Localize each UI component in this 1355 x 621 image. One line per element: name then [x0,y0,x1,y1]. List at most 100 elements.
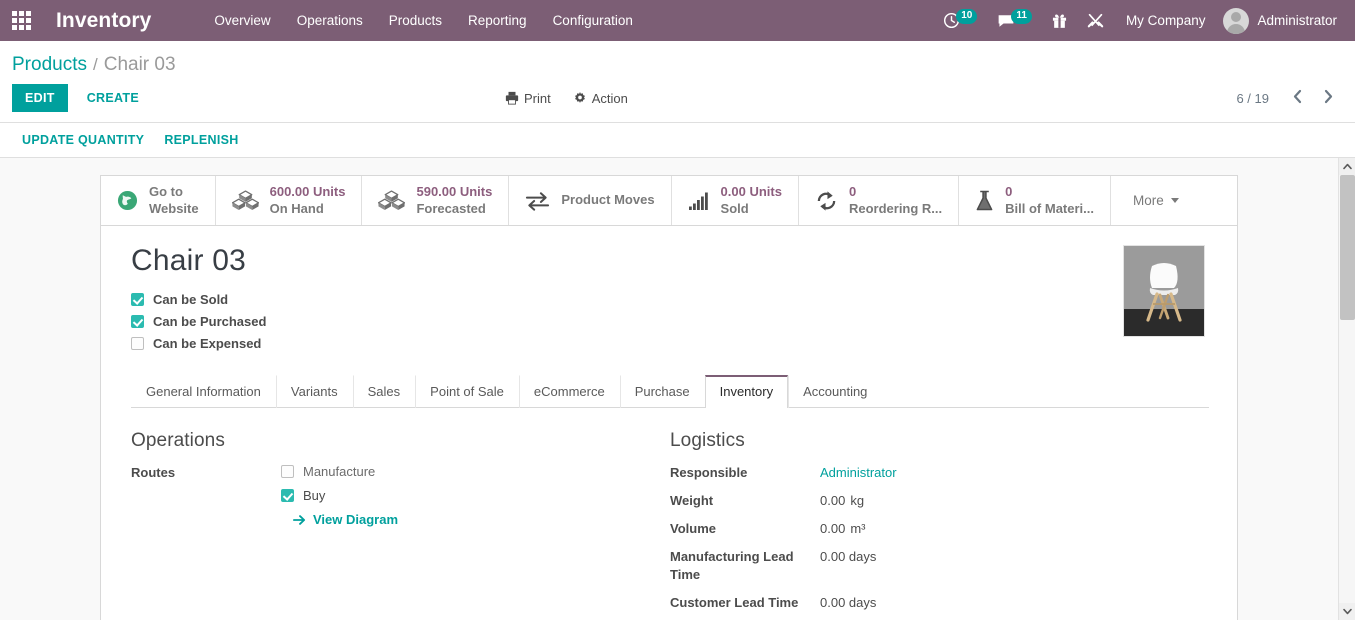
responsible-value[interactable]: Administrator [820,464,897,483]
form-sheet: Go to Website [100,175,1238,620]
can-be-purchased-label: Can be Purchased [153,314,266,329]
action-menu-button[interactable]: Action [573,91,628,106]
tab-purchase[interactable]: Purchase [620,375,705,408]
checkbox-row-can-be-expensed[interactable]: Can be Expensed [131,336,1209,351]
company-switcher[interactable]: My Company [1114,13,1218,28]
on-hand-label: On Hand [270,201,346,217]
notebook-tabs: General Information Variants Sales Point… [131,375,1209,408]
menu-item-products[interactable]: Products [376,2,455,39]
sold-value: 0.00 Units [721,184,782,199]
edit-button[interactable]: EDIT [12,84,68,112]
menu-item-reporting[interactable]: Reporting [455,2,540,39]
responsible-field: Responsible Administrator [670,464,1179,483]
control-panel-buttons: EDIT CREATE Print Action 6 / 19 [0,84,1355,122]
smart-button-sold[interactable]: 0.00 Units Sold [672,176,799,225]
activities-menu-button[interactable]: 10 [933,0,987,41]
smart-button-go-to-website[interactable]: Go to Website [101,176,216,225]
route-buy[interactable]: Buy [281,488,398,503]
tab-ecommerce[interactable]: eCommerce [519,375,620,408]
go-to-website-line1: Go to [149,184,199,200]
responsible-label: Responsible [670,464,820,483]
can-be-expensed-checkbox[interactable] [131,337,144,350]
update-quantity-button[interactable]: UPDATE QUANTITY [12,127,154,153]
page-title: Chair 03 [131,244,1209,278]
route-buy-checkbox[interactable] [281,489,294,502]
go-to-website-line2: Website [149,201,199,217]
menu-item-overview[interactable]: Overview [201,2,283,39]
tab-sales[interactable]: Sales [353,375,416,408]
forecasted-label: Forecasted [416,201,492,217]
control-panel: Products / Chair 03 EDIT CREATE Print Ac… [0,41,1355,123]
statusbar-action-buttons: UPDATE QUANTITY REPLENISH [0,123,1355,158]
gift-menu-button[interactable] [1042,0,1077,41]
breadcrumb-parent[interactable]: Products [12,54,87,76]
create-button[interactable]: CREATE [74,84,152,112]
scroll-down-button[interactable] [1339,603,1355,620]
can-be-sold-checkbox[interactable] [131,293,144,306]
gift-icon [1052,13,1067,29]
route-manufacture[interactable]: Manufacture [281,464,398,479]
tab-point-of-sale[interactable]: Point of Sale [415,375,519,408]
can-be-purchased-checkbox[interactable] [131,315,144,328]
scrollbar-thumb[interactable] [1340,175,1355,320]
tab-inventory[interactable]: Inventory [705,375,788,408]
user-menu-label: Administrator [1257,13,1337,28]
bill-of-materials-value: 0 [1005,184,1012,199]
user-menu-button[interactable]: Administrator [1217,8,1343,34]
apps-menu-button[interactable] [0,0,42,41]
chevron-left-icon [1292,89,1303,104]
tab-accounting[interactable]: Accounting [788,375,882,408]
chevron-right-icon [1323,89,1334,104]
caret-down-icon [1171,198,1179,203]
smart-button-product-moves[interactable]: Product Moves [509,176,671,225]
user-avatar-icon [1223,8,1249,34]
weight-unit: kg [850,493,864,508]
replenish-button[interactable]: REPLENISH [154,127,248,153]
scroll-up-button[interactable] [1339,158,1355,175]
menu-item-configuration[interactable]: Configuration [540,2,646,39]
chevron-down-icon [1343,608,1352,615]
product-image[interactable] [1123,245,1205,337]
activities-badge: 10 [956,9,977,24]
weight-value: 0.00 [820,493,845,508]
developer-tools-button[interactable] [1077,0,1114,41]
weight-field: Weight 0.00kg [670,492,1179,511]
print-label: Print [524,91,551,106]
vertical-scrollbar[interactable] [1338,158,1355,620]
bill-of-materials-label: Bill of Materi... [1005,201,1094,217]
customer-lead-time-label: Customer Lead Time [670,594,820,613]
app-brand-title[interactable]: Inventory [42,9,161,33]
print-menu-button[interactable]: Print [505,91,551,106]
tab-general-information[interactable]: General Information [131,375,276,408]
smart-button-text: Go to Website [149,184,199,217]
pager-next-button[interactable] [1314,89,1343,107]
smart-button-text: Product Moves [561,192,654,208]
breadcrumb-current: Chair 03 [104,54,176,76]
checkbox-row-can-be-purchased[interactable]: Can be Purchased [131,314,1209,329]
volume-field: Volume 0.00m³ [670,520,1179,539]
pager-previous-button[interactable] [1283,89,1312,107]
bar-chart-icon [688,191,710,211]
volume-unit: m³ [850,521,865,536]
apps-grid-icon [12,11,31,30]
smart-button-reordering-rules[interactable]: 0 Reordering R... [799,176,959,225]
form-scroll-region: Go to Website [0,158,1338,620]
smart-button-forecasted[interactable]: 590.00 Units Forecasted [362,176,509,225]
manufacturing-lead-time-label: Manufacturing Lead Time [670,548,820,586]
menu-item-operations[interactable]: Operations [284,2,376,39]
scrollbar-track[interactable] [1339,175,1355,603]
can-be-expensed-label: Can be Expensed [153,336,261,351]
route-manufacture-label: Manufacture [303,464,375,479]
smart-button-text: 590.00 Units Forecasted [416,184,492,217]
customer-lead-time-field: Customer Lead Time 0.00 days [670,594,1179,613]
smart-button-bill-of-materials[interactable]: 0 Bill of Materi... [959,176,1111,225]
smart-buttons-more-dropdown[interactable]: More [1111,176,1201,225]
tab-variants[interactable]: Variants [276,375,353,408]
checkbox-row-can-be-sold[interactable]: Can be Sold [131,292,1209,307]
smart-button-text: 0 Bill of Materi... [1005,184,1094,217]
product-moves-label: Product Moves [561,192,654,207]
messages-menu-button[interactable]: 11 [987,0,1042,41]
view-diagram-link[interactable]: View Diagram [293,512,398,527]
smart-button-on-hand[interactable]: 600.00 Units On Hand [216,176,363,225]
route-manufacture-checkbox[interactable] [281,465,294,478]
